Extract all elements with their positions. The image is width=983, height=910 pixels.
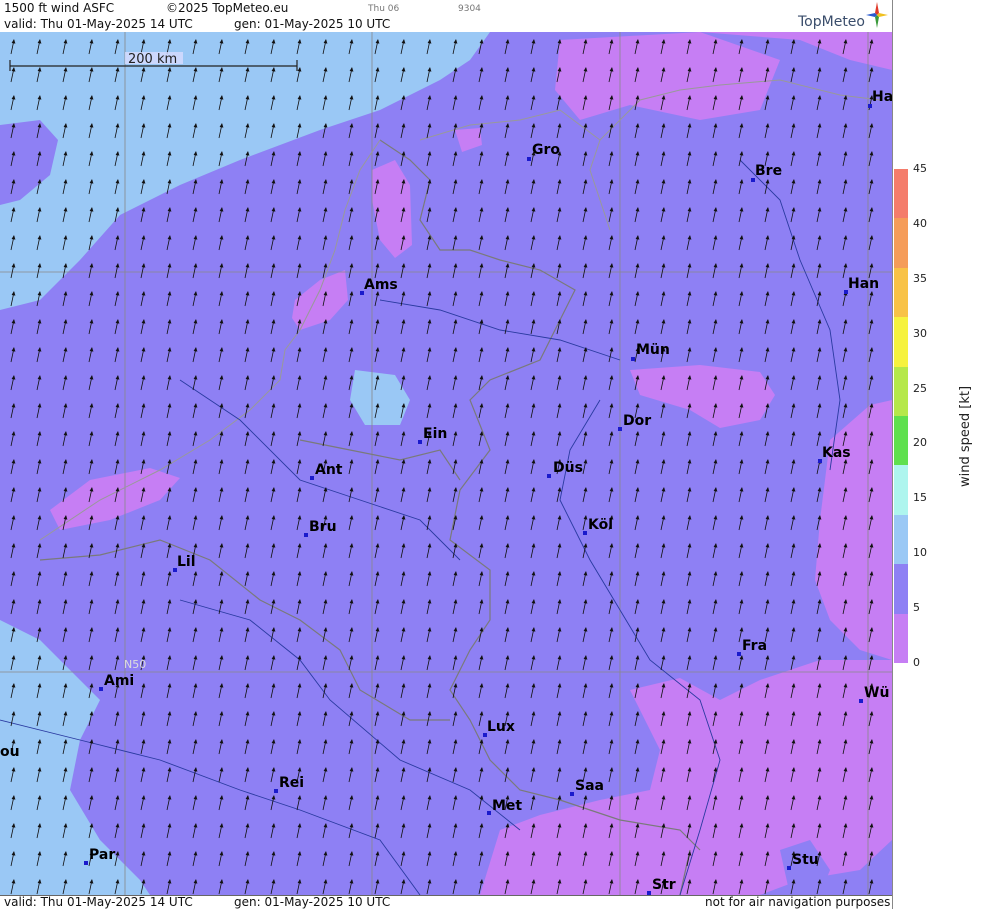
scale-label: 200 km	[128, 52, 178, 67]
city-label: ou	[0, 744, 20, 760]
wind-map[interactable]: 200 km N50 Gro Bre Ha Ams Han Mün Dor Ei…	[0, 32, 892, 895]
city-label: Düs	[553, 460, 583, 476]
city-marker	[418, 440, 422, 444]
map-footer: valid: Thu 01-May-2025 14 UTC gen: 01-Ma…	[0, 895, 892, 910]
colorbar-segment	[894, 465, 908, 516]
colorbar-segment	[894, 613, 908, 664]
colorbar-tick-label: 30	[913, 326, 927, 340]
city-label: Stu	[792, 852, 819, 868]
header-small-code: 9304	[458, 4, 481, 14]
header-small-day: Thu 06	[368, 4, 400, 14]
city-label: Bre	[755, 163, 783, 179]
city-label: Lux	[487, 719, 515, 735]
city-label: Ant	[315, 462, 343, 478]
topmeteo-logo: TopMeteo	[798, 14, 865, 30]
city-label: Gro	[532, 142, 561, 158]
city-label: Ein	[423, 426, 448, 442]
colorbar-tick-label: 35	[913, 271, 927, 285]
colorbar-label: wind speed [kt]	[958, 385, 973, 487]
city-label: Wü	[864, 685, 890, 701]
city-marker	[274, 789, 278, 793]
city-marker	[304, 533, 308, 537]
city-label: Ha	[872, 89, 892, 105]
city-marker	[737, 652, 741, 656]
city-label: Dor	[623, 413, 652, 429]
city-marker	[583, 531, 587, 535]
colorbar-tick-label: 25	[913, 381, 927, 395]
map-title: 1500 ft wind ASFC	[4, 1, 115, 15]
city-label: Mün	[636, 342, 670, 358]
city-label: Bru	[309, 519, 337, 535]
valid-time: valid: Thu 01-May-2025 14 UTC	[4, 17, 193, 31]
city-marker	[859, 699, 863, 703]
generated-time: gen: 01-May-2025 10 UTC	[234, 17, 391, 31]
city-label: Köl	[588, 517, 614, 533]
city-label: Kas	[822, 445, 851, 461]
city-marker	[84, 861, 88, 865]
colorbar-segment	[894, 514, 908, 565]
latitude-label: N50	[124, 658, 147, 671]
city-marker	[787, 866, 791, 870]
city-marker	[527, 157, 531, 161]
map-header: 1500 ft wind ASFC ©2025 TopMeteo.eu Thu …	[0, 0, 892, 33]
colorbar-tick-label: 0	[913, 656, 920, 669]
colorbar-tick-label: 10	[913, 546, 927, 560]
colorbar-segment	[894, 416, 908, 466]
city-marker	[631, 357, 635, 361]
colorbar-segment	[894, 169, 908, 219]
colorbar-tick-label: 40	[913, 216, 927, 230]
colorbar-segment	[894, 218, 908, 269]
city-marker	[570, 792, 574, 796]
colorbar-tick-label: 15	[913, 491, 927, 505]
colorbar-tick-label: 5	[913, 601, 920, 615]
city-label: Str	[652, 877, 676, 893]
colorbar-tick-label: 45	[913, 162, 927, 175]
footer-valid-time: valid: Thu 01-May-2025 14 UTC	[4, 895, 193, 909]
city-label: Ami	[104, 673, 135, 689]
city-marker	[487, 811, 491, 815]
colorbar-segment	[894, 366, 908, 417]
colorbar-segment	[894, 317, 908, 368]
city-label: Met	[492, 798, 523, 814]
colorbar	[894, 169, 908, 664]
city-label: Par	[89, 847, 116, 863]
city-marker	[310, 476, 314, 480]
compass-logo-icon	[866, 2, 888, 28]
city-label: Rei	[279, 775, 305, 791]
colorbar-tick-label: 20	[913, 436, 927, 450]
wind-arrows	[0, 32, 892, 895]
city-marker	[547, 474, 551, 478]
footer-disclaimer: not for air navigation purposes	[705, 895, 891, 909]
city-label: Ams	[364, 277, 398, 293]
city-marker	[99, 687, 103, 691]
footer-generated-time: gen: 01-May-2025 10 UTC	[234, 895, 391, 909]
copyright-text: ©2025 TopMeteo.eu	[166, 1, 289, 15]
city-label: Fra	[742, 638, 768, 654]
colorbar-segment	[894, 267, 908, 318]
city-label: Lil	[177, 554, 196, 570]
wind-map-canvas	[0, 32, 892, 895]
city-label: Han	[848, 276, 880, 292]
city-marker	[618, 427, 622, 431]
city-label: Saa	[575, 778, 604, 794]
colorbar-segment	[894, 564, 908, 615]
